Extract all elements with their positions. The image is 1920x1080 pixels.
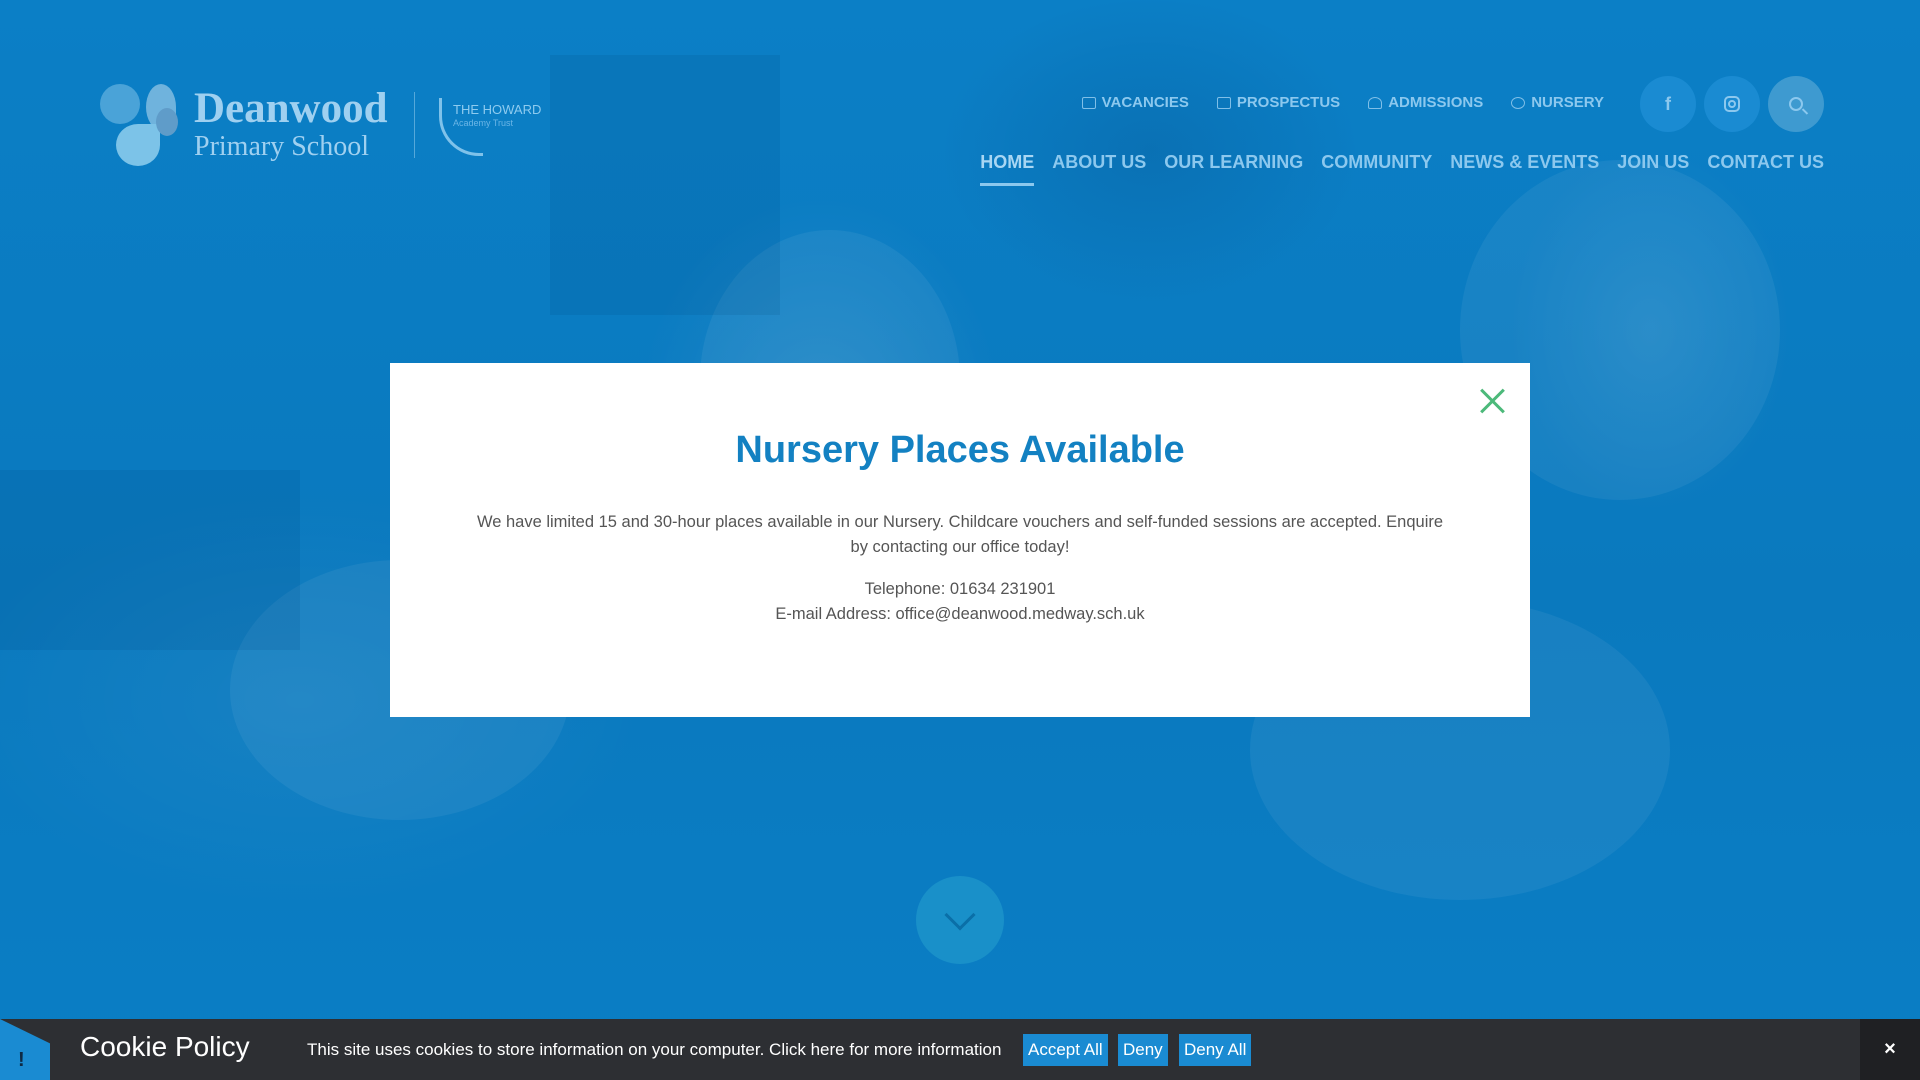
cookie-info-link[interactable]: This site uses cookies to store informat… bbox=[307, 1040, 1001, 1060]
nav-join-us[interactable]: JOIN US bbox=[1617, 152, 1689, 186]
instagram-icon bbox=[1724, 96, 1740, 112]
quick-link-nursery[interactable]: NURSERY bbox=[1511, 94, 1604, 111]
nav-community[interactable]: COMMUNITY bbox=[1321, 152, 1432, 186]
modal-body: We have limited 15 and 30-hour places av… bbox=[476, 513, 1444, 556]
nursery-modal: Nursery Places Available We have limited… bbox=[390, 363, 1530, 717]
instagram-button[interactable] bbox=[1704, 76, 1760, 132]
cookie-flag[interactable] bbox=[0, 1019, 50, 1080]
logo-title: Deanwood bbox=[194, 85, 388, 132]
facebook-button[interactable]: f bbox=[1640, 76, 1696, 132]
hand-icon bbox=[1511, 96, 1526, 109]
nav-news-events[interactable]: NEWS & EVENTS bbox=[1450, 152, 1599, 186]
close-icon: × bbox=[1884, 1038, 1896, 1060]
nav-about-us[interactable]: ABOUT US bbox=[1052, 152, 1146, 186]
quick-link-label: VACANCIES bbox=[1101, 94, 1189, 111]
quick-link-vacancies[interactable]: VACANCIES bbox=[1081, 94, 1189, 111]
quick-link-label: PROSPECTUS bbox=[1236, 94, 1341, 111]
main-nav: HOME ABOUT US OUR LEARNING COMMUNITY NEW… bbox=[980, 152, 1824, 186]
facebook-icon: f bbox=[1665, 93, 1671, 114]
trust-subtitle: Academy Trust bbox=[453, 118, 514, 128]
modal-title: Nursery Places Available bbox=[735, 429, 1185, 471]
modal-contact: Telephone: 01634 231901 E-mail Address: … bbox=[390, 577, 1530, 627]
nav-home[interactable]: HOME bbox=[980, 152, 1035, 186]
search-button[interactable] bbox=[1768, 76, 1824, 132]
nav-contact-us[interactable]: CONTACT US bbox=[1707, 152, 1824, 186]
alert-icon: ! bbox=[18, 1049, 25, 1071]
user-plus-icon bbox=[1368, 96, 1383, 109]
book-icon bbox=[1216, 96, 1231, 109]
search-icon bbox=[1789, 97, 1803, 111]
logo-subtitle: Primary School bbox=[194, 131, 369, 162]
logo-text: Deanwood Primary School bbox=[194, 87, 388, 163]
cookie-close-button[interactable]: × bbox=[1860, 1019, 1920, 1080]
school-logo[interactable]: Deanwood Primary School bbox=[96, 80, 388, 170]
deny-button[interactable]: Deny bbox=[1118, 1034, 1168, 1066]
deny-all-button[interactable]: Deny All bbox=[1179, 1034, 1252, 1066]
quick-links: VACANCIES PROSPECTUS ADMISSIONS NURSERY bbox=[1081, 94, 1604, 111]
cookie-bar: ! Cookie Policy This site uses cookies t… bbox=[0, 1019, 1920, 1080]
trust-logo[interactable]: THE HOWARD Academy Trust bbox=[414, 92, 541, 158]
nav-our-learning[interactable]: OUR LEARNING bbox=[1164, 152, 1303, 186]
chevron-down-icon bbox=[944, 899, 976, 931]
quick-link-label: NURSERY bbox=[1531, 94, 1604, 111]
modal-email: E-mail Address: office@deanwood.medway.s… bbox=[775, 605, 1145, 623]
modal-telephone: Telephone: 01634 231901 bbox=[864, 580, 1056, 598]
quick-link-prospectus[interactable]: PROSPECTUS bbox=[1216, 94, 1341, 111]
close-icon[interactable] bbox=[1478, 387, 1506, 415]
cookie-title: Cookie Policy bbox=[80, 1031, 250, 1062]
quick-link-label: ADMISSIONS bbox=[1388, 94, 1484, 111]
accept-all-button[interactable]: Accept All bbox=[1023, 1034, 1108, 1066]
briefcase-icon bbox=[1081, 96, 1096, 109]
leaf-flower-logo-icon bbox=[96, 80, 192, 170]
quick-link-admissions[interactable]: ADMISSIONS bbox=[1368, 94, 1483, 111]
scroll-down-button[interactable] bbox=[916, 876, 1004, 964]
trust-name: THE HOWARD bbox=[453, 102, 542, 117]
